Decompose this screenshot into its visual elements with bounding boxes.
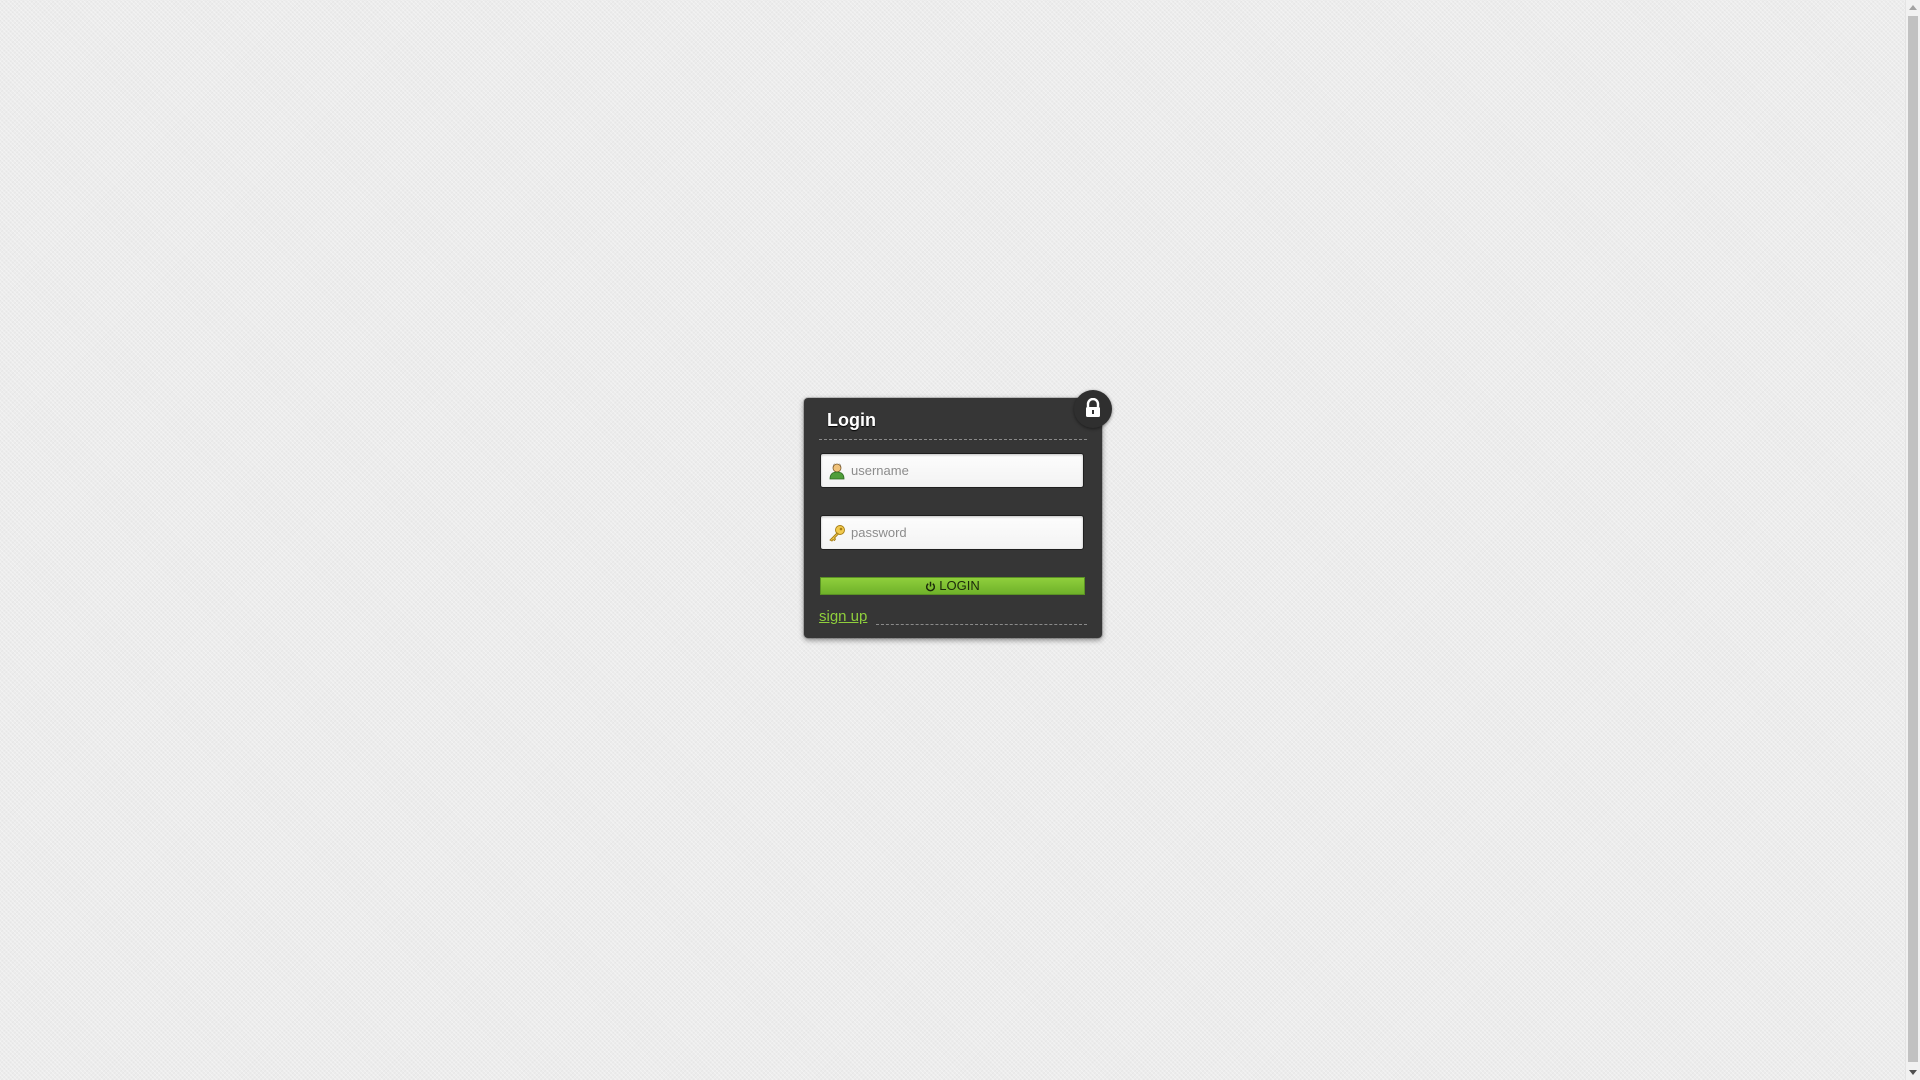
lock-icon: [1086, 398, 1100, 417]
vertical-scrollbar[interactable]: [1905, 0, 1920, 1080]
power-icon: [926, 581, 936, 592]
login-button[interactable]: LOGIN: [820, 577, 1085, 595]
signup-link[interactable]: sign up: [819, 608, 867, 625]
lock-badge: [1074, 390, 1112, 428]
password-input[interactable]: [851, 516, 1079, 549]
footer-divider: [876, 624, 1087, 625]
login-panel: Login LOGIN sign up: [804, 390, 1112, 638]
login-button-label: LOGIN: [939, 578, 980, 593]
key-icon: [829, 525, 845, 542]
login-title: Login: [827, 410, 876, 430]
username-input[interactable]: [851, 454, 1079, 487]
password-field[interactable]: [820, 515, 1084, 550]
scroll-up-icon[interactable]: [1909, 5, 1917, 10]
scroll-down-icon[interactable]: [1909, 1070, 1917, 1075]
scrollbar-thumb[interactable]: [1908, 16, 1918, 1062]
username-field[interactable]: [820, 453, 1084, 488]
user-icon: [829, 463, 845, 480]
title-divider: [819, 439, 1087, 440]
